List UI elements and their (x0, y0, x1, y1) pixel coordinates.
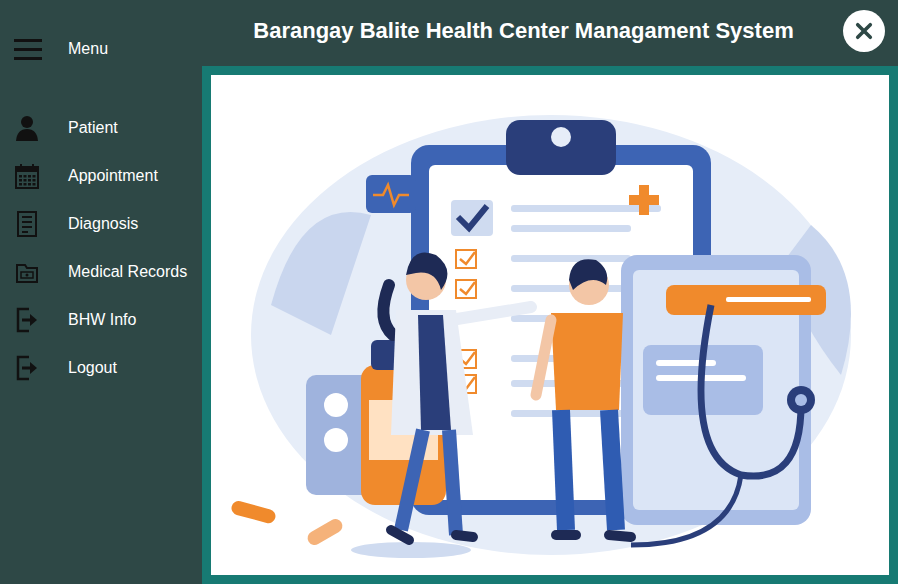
menu-label: Menu (68, 40, 108, 58)
calendar-icon (14, 163, 40, 189)
sidebar-item-label: Diagnosis (68, 215, 138, 233)
hamburger-icon (14, 37, 42, 61)
sidebar: Menu Patient Appointment Diagnosis Medic… (0, 0, 202, 584)
main-area: Barangay Balite Health Center Managament… (202, 0, 898, 584)
person-icon (14, 115, 40, 141)
sidebar-item[interactable]: Appointment (14, 163, 202, 189)
exit-icon (14, 355, 40, 381)
app-window: Menu Patient Appointment Diagnosis Medic… (0, 0, 898, 584)
sidebar-item[interactable]: Diagnosis (14, 211, 202, 237)
content-frame (202, 66, 898, 584)
sidebar-item[interactable]: Medical Records (14, 259, 202, 285)
sidebar-item-label: Appointment (68, 167, 158, 185)
sidebar-item[interactable]: Patient (14, 115, 202, 141)
title-bar: Barangay Balite Health Center Managament… (202, 0, 898, 66)
document-icon (14, 211, 40, 237)
exit-icon (14, 307, 40, 333)
sidebar-item-label: BHW Info (68, 311, 136, 329)
sidebar-item-label: Logout (68, 359, 117, 377)
sidebar-item-label: Medical Records (68, 263, 187, 281)
close-icon (855, 22, 873, 40)
sidebar-menu: Patient Appointment Diagnosis Medical Re… (14, 115, 202, 381)
sidebar-item-label: Patient (68, 119, 118, 137)
illustration-panel (211, 75, 889, 575)
sidebar-item[interactable]: Logout (14, 355, 202, 381)
sidebar-item[interactable]: BHW Info (14, 307, 202, 333)
healthcare-illustration (211, 75, 889, 575)
close-button[interactable] (843, 10, 885, 52)
app-title: Barangay Balite Health Center Managament… (212, 18, 835, 44)
menu-toggle[interactable]: Menu (14, 36, 202, 62)
records-icon (14, 259, 40, 285)
